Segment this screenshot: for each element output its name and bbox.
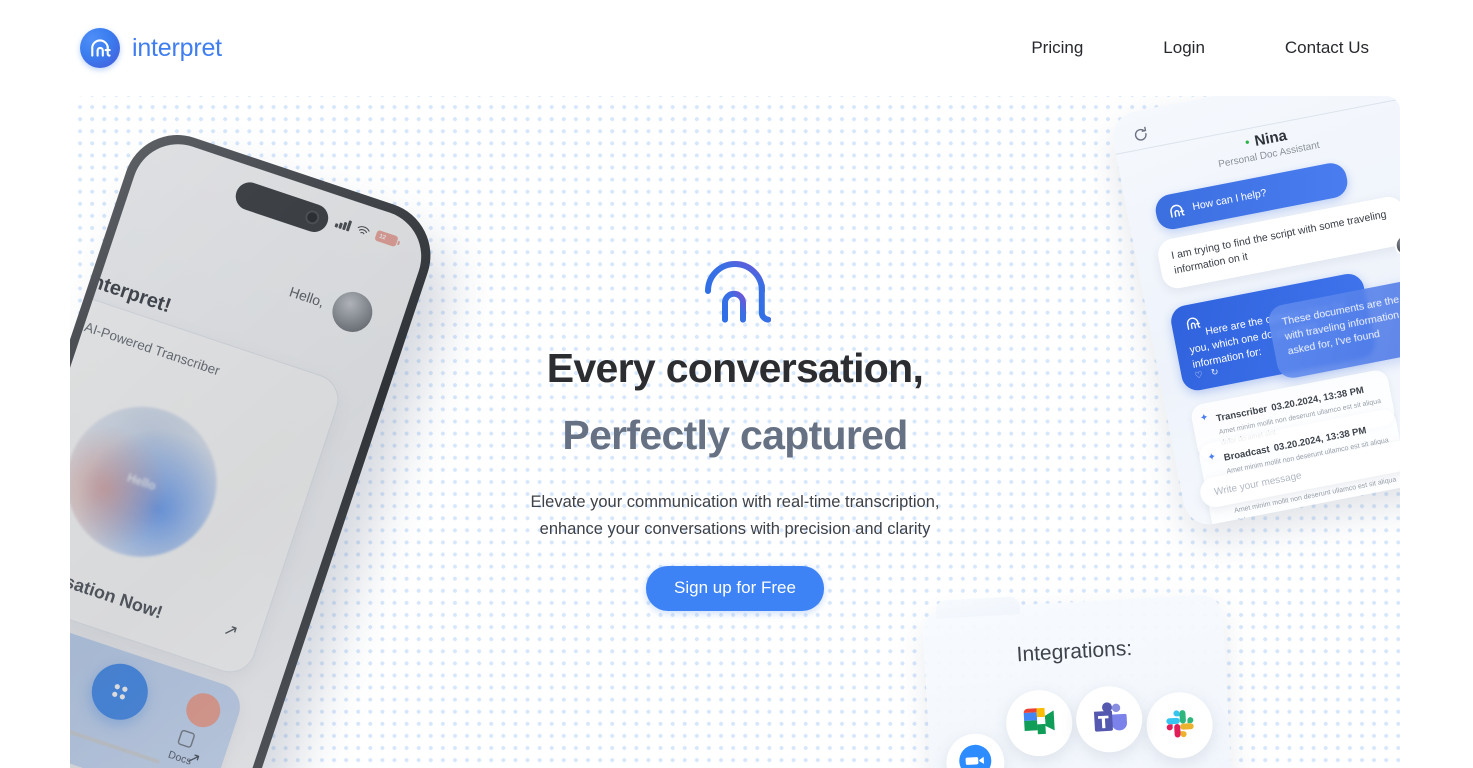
google-meet-icon bbox=[1019, 703, 1059, 744]
wifi-icon bbox=[357, 226, 370, 235]
phone-greeting-row: Hello, bbox=[284, 272, 378, 338]
voice-orb: Hello bbox=[70, 386, 237, 577]
integrations-card-mockup: Integrations: bbox=[921, 593, 1235, 768]
hero-subtitle: Elevate your communication with real-tim… bbox=[531, 489, 940, 542]
battery-icon: 12 bbox=[374, 229, 399, 248]
chat-panel: Nina Personal Doc Assistant How can I he… bbox=[1108, 96, 1400, 529]
integration-google-meet[interactable] bbox=[1004, 688, 1075, 758]
battery-level: 12 bbox=[378, 233, 387, 242]
avatar bbox=[327, 286, 378, 338]
phone-frame: 12 Hello, Interpret! AI-Powered Transcri… bbox=[70, 120, 445, 768]
integrations-logo-row bbox=[927, 684, 1230, 768]
chat-panel-mockup: Nina Personal Doc Assistant How can I he… bbox=[1108, 96, 1400, 529]
sparkle-icon: ✦ bbox=[1199, 412, 1210, 425]
site-header: interpret Pricing Login Contact Us bbox=[0, 0, 1473, 96]
brand-name: interpret bbox=[132, 33, 222, 62]
microsoft-teams-icon bbox=[1090, 700, 1128, 739]
user-avatar bbox=[1392, 232, 1400, 259]
integrations-card: Integrations: bbox=[921, 593, 1235, 768]
slack-icon bbox=[1162, 705, 1198, 746]
chat-message-text: How can I help? bbox=[1191, 186, 1268, 213]
int-arch-logo-icon bbox=[699, 258, 772, 326]
home-icon bbox=[70, 669, 80, 711]
voice-orb-label: Hello bbox=[125, 470, 158, 494]
sparkle-icon: ✦ bbox=[1206, 451, 1218, 464]
refresh-icon[interactable] bbox=[1131, 125, 1150, 144]
nav-link-contact-us[interactable]: Contact Us bbox=[1263, 30, 1391, 66]
phone-screen: 12 Hello, Interpret! AI-Powered Transcri… bbox=[70, 132, 434, 768]
int-mini-logo-icon bbox=[1170, 204, 1185, 218]
nav-link-login[interactable]: Login bbox=[1141, 30, 1227, 66]
hero-headline-line1: Every conversation, bbox=[546, 345, 924, 391]
phone-mockup: 12 Hello, Interpret! AI-Powered Transcri… bbox=[70, 120, 456, 768]
landing-page: interpret Pricing Login Contact Us 12 He… bbox=[0, 0, 1473, 768]
phone-tab-home[interactable]: Home bbox=[70, 669, 80, 727]
integrations-title: Integrations: bbox=[1015, 636, 1133, 667]
conversation-card-subtitle: AI-Powered Transcriber bbox=[82, 319, 222, 379]
phone-status-bar: 12 bbox=[334, 216, 399, 248]
int-mini-logo-icon bbox=[1186, 317, 1201, 330]
hero-section: 12 Hello, Interpret! AI-Powered Transcri… bbox=[70, 96, 1400, 768]
integration-slack[interactable] bbox=[1144, 690, 1215, 761]
arrow-up-right-icon: ↗ bbox=[221, 619, 241, 642]
integration-microsoft-teams[interactable] bbox=[1074, 684, 1144, 755]
main-navigation: Pricing Login Contact Us bbox=[1009, 30, 1391, 66]
conversation-cta-line2: Conversation Now! bbox=[70, 551, 166, 623]
zoom-icon bbox=[957, 742, 993, 768]
integration-zoom[interactable] bbox=[944, 732, 1006, 768]
hero-subtitle-line1: Elevate your communication with real-tim… bbox=[530, 492, 940, 511]
hero-subtitle-line2: enhance your conversations with precisio… bbox=[539, 519, 931, 538]
nav-link-pricing[interactable]: Pricing bbox=[1009, 30, 1105, 66]
conversation-card[interactable]: AI-Powered Transcriber Hello Start a Con… bbox=[70, 291, 346, 680]
int-circle-logo-icon bbox=[80, 28, 120, 68]
dynamic-island bbox=[232, 178, 332, 236]
brand-logo[interactable]: interpret bbox=[80, 28, 222, 68]
signup-button[interactable]: Sign up for Free bbox=[646, 566, 824, 612]
hero-headline-line2: Perfectly captured bbox=[562, 411, 908, 458]
signal-icon bbox=[334, 216, 353, 232]
phone-greeting: Hello, bbox=[287, 283, 327, 311]
